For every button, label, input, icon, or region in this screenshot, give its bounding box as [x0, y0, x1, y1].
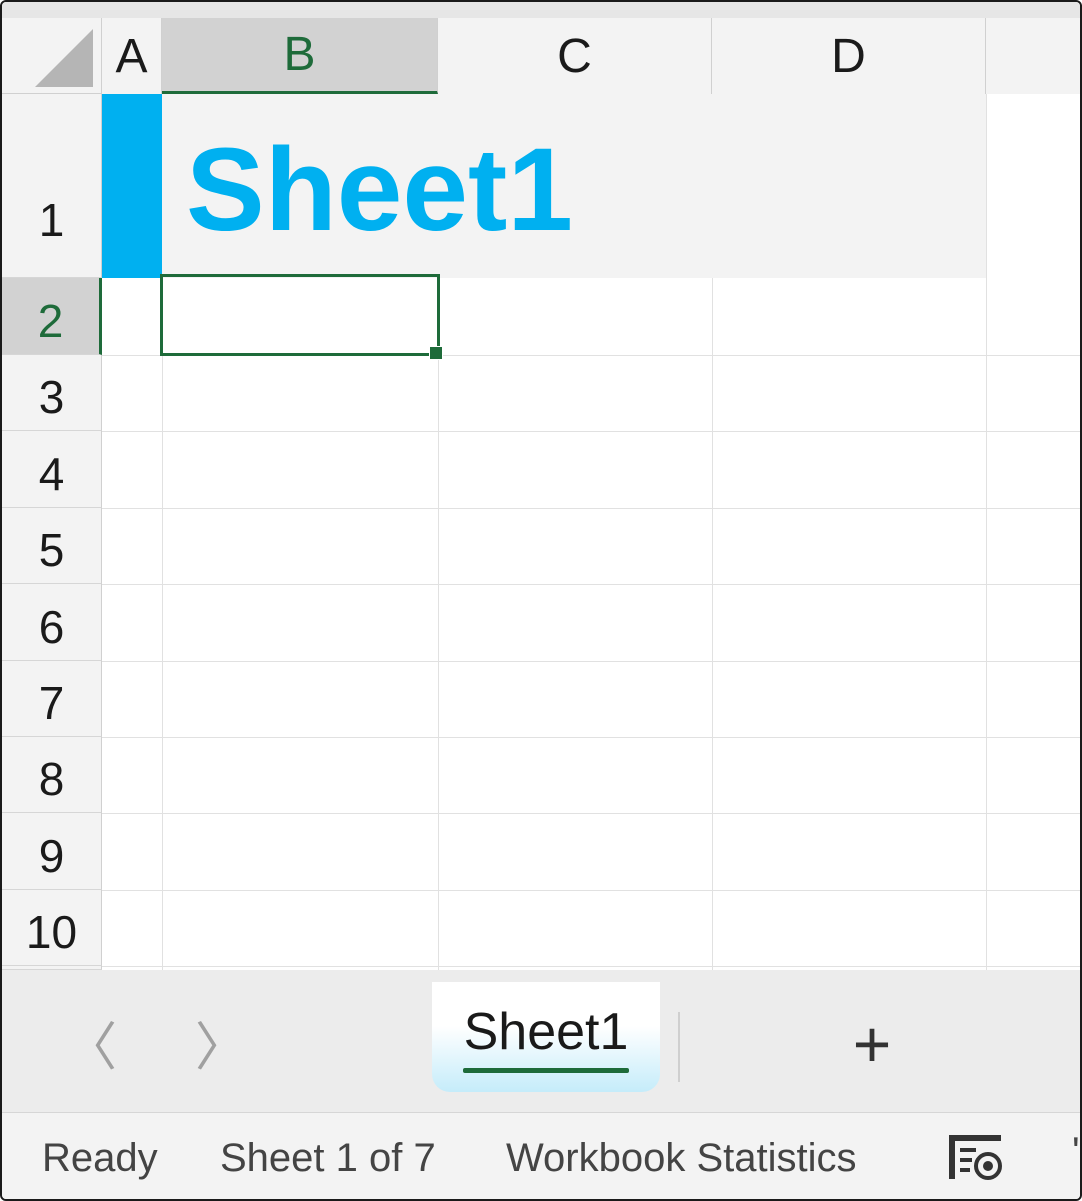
gridline: [102, 661, 1080, 662]
column-header-next[interactable]: [986, 18, 1080, 94]
spreadsheet-window: A B C D Sheet1 1 2 3 4 5 6 7 8 9 10 〈 〉 …: [0, 0, 1082, 1201]
plus-icon[interactable]: +: [842, 1011, 902, 1077]
status-sheet-position[interactable]: Sheet 1 of 7: [220, 1136, 436, 1181]
sheet-tab-sheet1[interactable]: Sheet1: [432, 982, 660, 1092]
gridline: [102, 508, 1080, 509]
row-header-4[interactable]: 4: [2, 431, 102, 508]
row-header-5[interactable]: 5: [2, 508, 102, 584]
gridline: [102, 431, 1080, 432]
gridline: [102, 737, 1080, 738]
accessibility-icon[interactable]: [946, 1132, 1006, 1184]
title-accent-bar: [102, 94, 162, 278]
chevron-left-icon[interactable]: 〈: [65, 1012, 117, 1077]
row-header-8[interactable]: 8: [2, 737, 102, 813]
row-header-7[interactable]: 7: [2, 661, 102, 737]
status-overflow-glyph: ': [1072, 1130, 1080, 1174]
top-strip: [2, 2, 1080, 18]
gridline: [102, 813, 1080, 814]
row-header-10[interactable]: 10: [2, 890, 102, 966]
sheet-title-cell[interactable]: Sheet1: [186, 120, 573, 260]
fill-handle[interactable]: [429, 346, 443, 360]
gridline: [102, 966, 1080, 967]
select-all-button[interactable]: [2, 18, 102, 94]
row-header-3[interactable]: 3: [2, 355, 102, 431]
active-cell-b2[interactable]: [160, 274, 440, 356]
column-header-a[interactable]: A: [102, 18, 162, 94]
row-header-9[interactable]: 9: [2, 813, 102, 890]
gridline: [102, 890, 1080, 891]
row-header-1[interactable]: 1: [2, 94, 102, 278]
column-header-d[interactable]: D: [712, 18, 986, 94]
column-header-c[interactable]: C: [438, 18, 712, 94]
chevron-right-icon[interactable]: 〉: [195, 1012, 247, 1077]
active-tab-underline: [463, 1067, 629, 1073]
gridline: [102, 584, 1080, 585]
row-header-2[interactable]: 2: [2, 278, 102, 355]
tab-separator: [678, 1012, 680, 1082]
select-all-triangle-icon: [35, 29, 93, 87]
row-header-6[interactable]: 6: [2, 584, 102, 661]
column-header-b[interactable]: B: [162, 18, 438, 94]
gridline: [986, 94, 987, 970]
sheet-tab-label: Sheet1: [463, 1002, 629, 1061]
status-ready: Ready: [42, 1136, 158, 1180]
workbook-statistics-button[interactable]: Workbook Statistics: [506, 1136, 857, 1181]
